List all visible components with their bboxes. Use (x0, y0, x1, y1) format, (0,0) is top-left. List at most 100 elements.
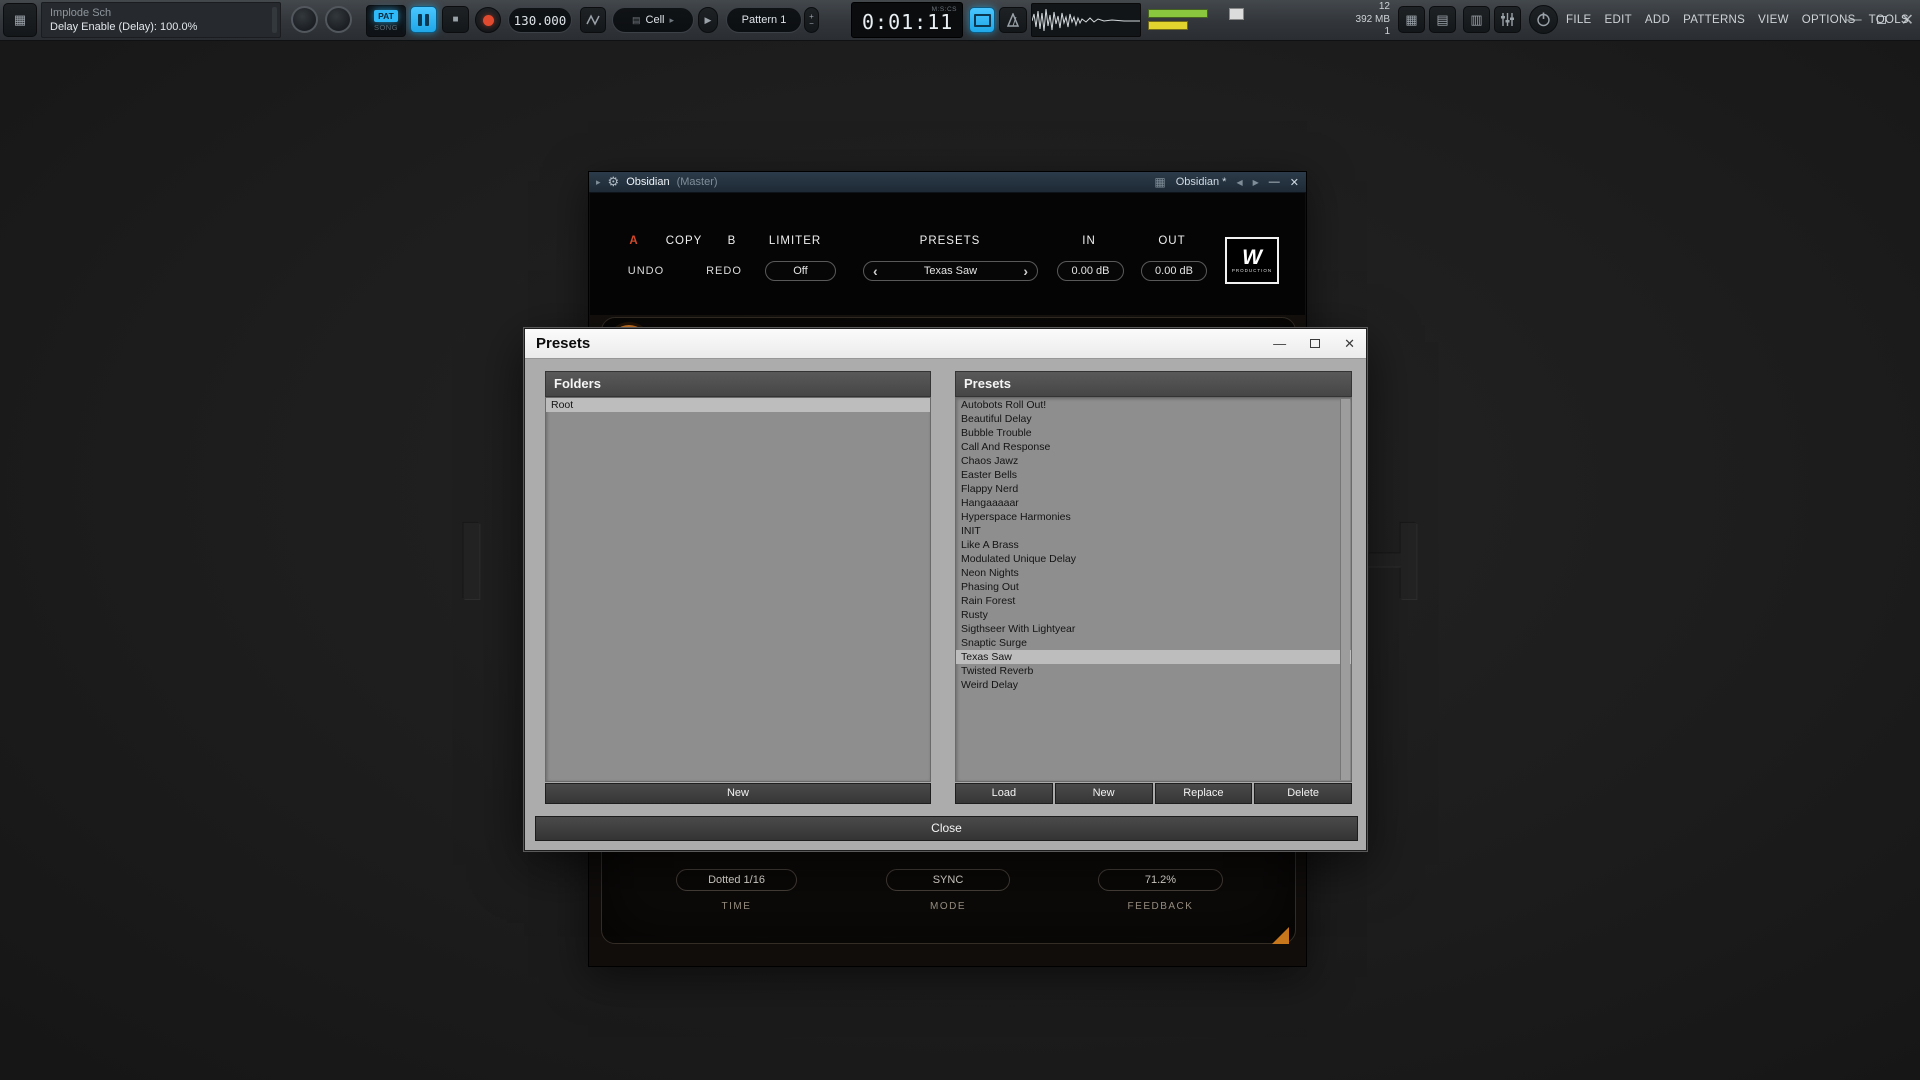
plugin-title: Obsidian (626, 176, 669, 188)
shuffle-knob[interactable] (291, 6, 318, 33)
folder-new-button[interactable]: New (545, 783, 931, 804)
pause-button[interactable] (410, 6, 437, 33)
copy-button[interactable]: COPY (662, 234, 706, 248)
preset-item[interactable]: Bubble Trouble (956, 426, 1351, 440)
channel-rack-button[interactable]: ▦ (3, 3, 37, 37)
dialog-titlebar[interactable]: Presets — ✕ (525, 329, 1366, 359)
sync-power-button[interactable] (1529, 5, 1558, 34)
preset-item[interactable]: Easter Bells (956, 468, 1351, 482)
undo-button[interactable]: UNDO (621, 264, 671, 278)
oscilloscope-display (1031, 3, 1141, 37)
preset-item[interactable]: Texas Saw (956, 650, 1351, 664)
cell-play-button[interactable]: ▶ (698, 7, 718, 33)
menu-tools[interactable]: TOOLS (1869, 14, 1909, 26)
dialog-close-icon[interactable]: ✕ (1344, 336, 1355, 352)
dialog-minimize-icon[interactable]: — (1273, 336, 1286, 351)
pattern-minus-icon[interactable]: − (809, 20, 814, 27)
record-button[interactable] (475, 7, 501, 33)
preset-item[interactable]: Hyperspace Harmonies (956, 510, 1351, 524)
presets-scrollbar[interactable] (1340, 399, 1350, 780)
folder-item[interactable]: Root (546, 398, 930, 412)
feedback-control[interactable]: 71.2% (1098, 869, 1223, 891)
delete-preset-button[interactable]: Delete (1254, 783, 1352, 804)
menu-view[interactable]: VIEW (1758, 14, 1789, 26)
ab-slot-a-button[interactable]: A (622, 234, 646, 248)
preset-item[interactable]: Autobots Roll Out! (956, 398, 1351, 412)
zigzag-icon (586, 13, 600, 27)
wait-input-button[interactable] (580, 7, 606, 33)
preset-item[interactable]: Rusty (956, 608, 1351, 622)
presets-header: Presets (955, 371, 1352, 397)
plugin-resize-handle[interactable] (1272, 927, 1289, 944)
song-mode-label[interactable]: SONG (374, 23, 398, 32)
plugin-minimize-icon[interactable]: — (1269, 176, 1280, 188)
pattern-selector[interactable]: Pattern 1 (726, 7, 802, 33)
folders-list[interactable]: Root (545, 397, 931, 782)
plugin-titlebar[interactable]: ▸ ⚙ Obsidian (Master) ▦ Obsidian * ◀ ▶ —… (589, 172, 1306, 193)
plugin-close-icon[interactable]: ✕ (1290, 176, 1299, 189)
hint-line1: Implode Sch (50, 6, 272, 20)
preset-item[interactable]: Phasing Out (956, 580, 1351, 594)
preset-item[interactable]: Like A Brass (956, 538, 1351, 552)
tempo-display[interactable]: 130.000 (508, 7, 572, 33)
volume-knob[interactable] (325, 6, 352, 33)
new-preset-button[interactable]: New (1055, 783, 1153, 804)
time-display[interactable]: 0:01:11 M:S:CS (851, 2, 963, 38)
preset-item[interactable]: Call And Response (956, 440, 1351, 454)
preset-item[interactable]: Snaptic Surge (956, 636, 1351, 650)
pause-icon (418, 14, 422, 26)
collapse-arrow-icon[interactable]: ▸ (596, 177, 601, 188)
output-gain-field[interactable]: 0.00 dB (1141, 261, 1207, 281)
menu-options[interactable]: OPTIONS (1802, 14, 1856, 26)
delay-mode-control[interactable]: SYNC (886, 869, 1010, 891)
menu-bar: FILEEDITADDPATTERNSVIEWOPTIONSTOOLSHELP (1566, 0, 1920, 40)
limiter-toggle[interactable]: Off (765, 261, 836, 281)
stop-button[interactable]: ■ (442, 6, 469, 33)
metronome-button[interactable] (999, 7, 1027, 33)
preset-prev-chevron-icon[interactable]: ‹ (873, 264, 878, 278)
preset-item[interactable]: Weird Delay (956, 678, 1351, 692)
menu-edit[interactable]: EDIT (1605, 14, 1632, 26)
preset-item[interactable]: Beautiful Delay (956, 412, 1351, 426)
preset-item[interactable]: Flappy Nerd (956, 482, 1351, 496)
preset-prev-icon[interactable]: ◀ (1236, 178, 1242, 187)
pat-mode-label[interactable]: PAT (374, 10, 398, 22)
mixer-button[interactable] (1494, 6, 1521, 33)
preset-item[interactable]: Chaos Jawz (956, 454, 1351, 468)
menu-patterns[interactable]: PATTERNS (1683, 14, 1745, 26)
presets-list[interactable]: Autobots Roll Out!Beautiful DelayBubble … (955, 397, 1352, 782)
preset-item[interactable]: Twisted Reverb (956, 664, 1351, 678)
pattern-plus-minus[interactable]: + − (804, 7, 819, 33)
ab-slot-b-button[interactable]: B (718, 234, 746, 248)
preset-item[interactable]: Neon Nights (956, 566, 1351, 580)
cell-selector[interactable]: ▤ Cell ▸ (612, 7, 694, 33)
pat-song-switch[interactable]: PAT SONG (366, 5, 406, 37)
pause-icon-bar2 (425, 14, 429, 26)
close-button[interactable]: Close (535, 816, 1358, 841)
dialog-maximize-icon[interactable] (1310, 339, 1320, 348)
playlist-icon: ▦ (1405, 12, 1417, 28)
delay-time-control[interactable]: Dotted 1/16 (676, 869, 797, 891)
input-gain-field[interactable]: 0.00 dB (1057, 261, 1124, 281)
preset-item[interactable]: Hangaaaaar (956, 496, 1351, 510)
preset-next-icon[interactable]: ▶ (1253, 178, 1259, 187)
preset-selector[interactable]: ‹ Texas Saw › (863, 261, 1038, 281)
step-sequencer-button[interactable]: ▤ (1429, 6, 1456, 33)
preset-item[interactable]: Sigthseer With Lightyear (956, 622, 1351, 636)
detach-grid-icon[interactable]: ▦ (1154, 175, 1165, 189)
touch-controller-button[interactable] (969, 7, 995, 33)
preset-item[interactable]: INIT (956, 524, 1351, 538)
plugin-context: (Master) (677, 176, 718, 188)
menu-add[interactable]: ADD (1645, 14, 1670, 26)
playlist-button[interactable]: ▦ (1398, 6, 1425, 33)
menu-file[interactable]: FILE (1566, 14, 1592, 26)
gear-icon[interactable]: ⚙ (608, 174, 620, 190)
replace-preset-button[interactable]: Replace (1155, 783, 1253, 804)
preset-item[interactable]: Modulated Unique Delay (956, 552, 1351, 566)
preset-next-chevron-icon[interactable]: › (1023, 264, 1028, 278)
redo-button[interactable]: REDO (699, 264, 749, 278)
preset-item[interactable]: Rain Forest (956, 594, 1351, 608)
load-preset-button[interactable]: Load (955, 783, 1053, 804)
piano-roll-button[interactable]: ▥ (1463, 6, 1490, 33)
plugin-preset-display[interactable]: Obsidian * (1176, 176, 1227, 188)
